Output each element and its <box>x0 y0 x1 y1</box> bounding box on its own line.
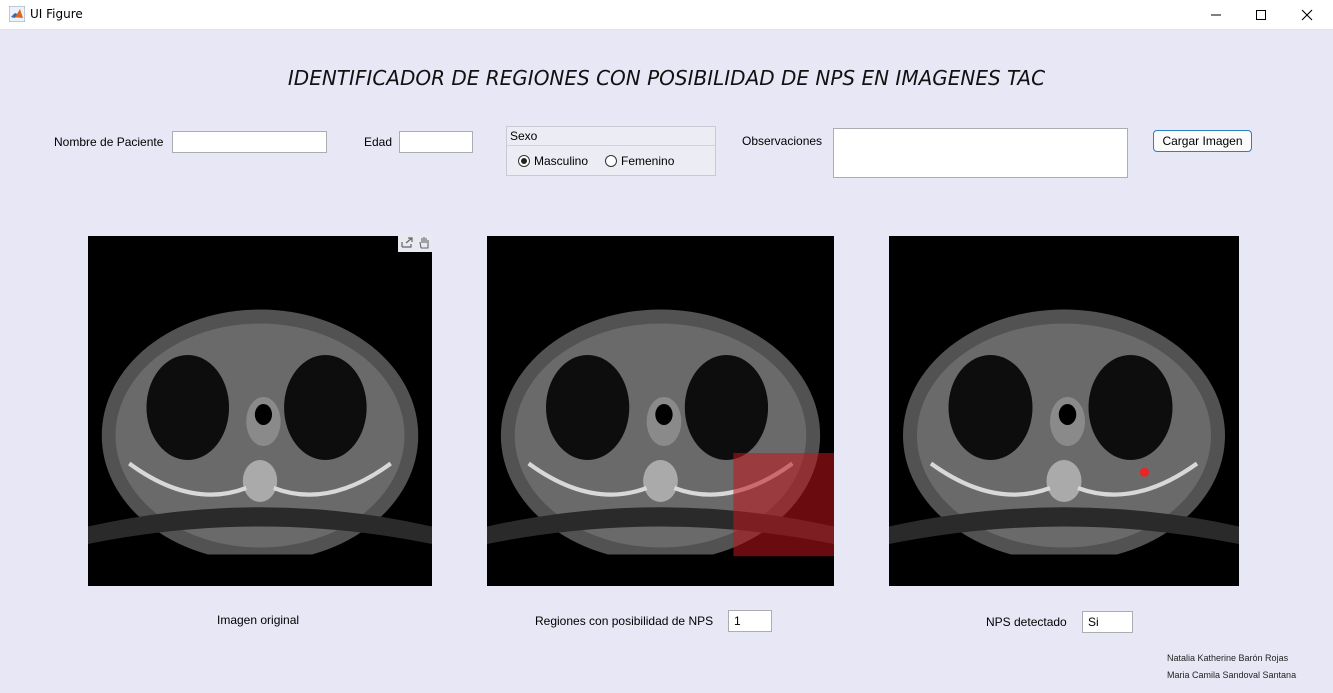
radio-masculino-label: Masculino <box>534 154 589 168</box>
window-titlebar: UI Figure <box>0 0 1333 30</box>
edad-label: Edad <box>364 135 393 149</box>
nps-region-overlay <box>733 453 834 557</box>
ct-scan-regions <box>487 309 834 586</box>
observaciones-label: Observaciones <box>742 134 823 148</box>
nps-detectado-label: NPS detectado <box>986 615 1067 629</box>
close-button[interactable] <box>1284 0 1330 29</box>
page-title: IDENTIFICADOR DE REGIONES CON POSIBILIDA… <box>287 66 1046 90</box>
axes-toolbar <box>398 233 433 252</box>
sexo-button-group: Sexo Masculino Femenino <box>506 126 716 176</box>
radio-femenino[interactable]: Femenino <box>605 154 674 168</box>
original-image-axes[interactable] <box>88 233 433 586</box>
radio-femenino-circle[interactable] <box>605 155 617 167</box>
nombre-label: Nombre de Paciente <box>54 135 164 149</box>
credit-author-1: Natalia Katherine Barón Rojas <box>1167 653 1289 663</box>
regiones-label: Regiones con posibilidad de NPS <box>535 614 714 628</box>
edad-field[interactable] <box>399 131 473 153</box>
maximize-icon <box>1256 9 1266 20</box>
nps-detected-marker <box>1139 467 1150 477</box>
nps-detectado-field[interactable] <box>1082 611 1133 633</box>
observaciones-textarea[interactable] <box>833 128 1128 178</box>
original-caption: Imagen original <box>217 613 300 627</box>
matlab-icon <box>9 6 25 22</box>
sexo-group-title: Sexo <box>507 127 715 146</box>
minimize-button[interactable] <box>1193 0 1239 29</box>
minimize-icon <box>1211 14 1221 15</box>
cargar-imagen-button[interactable]: Cargar Imagen <box>1153 130 1252 152</box>
ct-scan-original <box>88 309 432 586</box>
radio-masculino-circle[interactable] <box>518 155 530 167</box>
radio-femenino-label: Femenino <box>621 154 675 168</box>
window-title: UI Figure <box>30 7 83 21</box>
close-icon <box>1301 9 1313 20</box>
regions-image-axes[interactable] <box>487 236 834 586</box>
detected-image-axes[interactable] <box>889 236 1239 586</box>
radio-masculino[interactable]: Masculino <box>518 154 588 168</box>
maximize-button[interactable] <box>1238 0 1284 29</box>
pan-hand-icon[interactable] <box>418 236 431 249</box>
credit-author-2: Maria Camila Sandoval Santana <box>1167 670 1297 680</box>
regiones-count-field[interactable] <box>728 610 772 632</box>
export-icon[interactable] <box>400 236 414 249</box>
ct-scan-detected <box>889 309 1239 586</box>
nombre-field[interactable] <box>172 131 327 153</box>
